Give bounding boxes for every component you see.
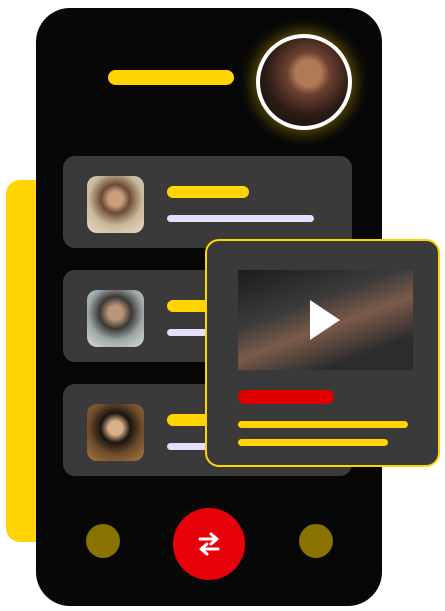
video-thumbnail[interactable] <box>238 270 413 370</box>
list-item[interactable] <box>63 156 352 248</box>
list-item-title-placeholder <box>167 186 249 198</box>
video-title-placeholder <box>238 390 334 404</box>
swap-arrows-icon <box>198 532 220 556</box>
list-item-subtitle-placeholder <box>167 215 314 222</box>
swap-button[interactable] <box>173 508 245 580</box>
video-description-line <box>238 439 388 446</box>
avatar <box>87 404 144 461</box>
profile-photo <box>260 38 348 126</box>
profile-avatar[interactable] <box>256 34 352 130</box>
header-title-placeholder <box>108 70 234 85</box>
nav-dot-left[interactable] <box>86 524 120 558</box>
play-icon[interactable] <box>310 300 340 340</box>
avatar <box>87 290 144 347</box>
video-description-line <box>238 421 408 428</box>
avatar <box>87 176 144 233</box>
nav-dot-right[interactable] <box>299 524 333 558</box>
video-card[interactable] <box>205 239 440 467</box>
